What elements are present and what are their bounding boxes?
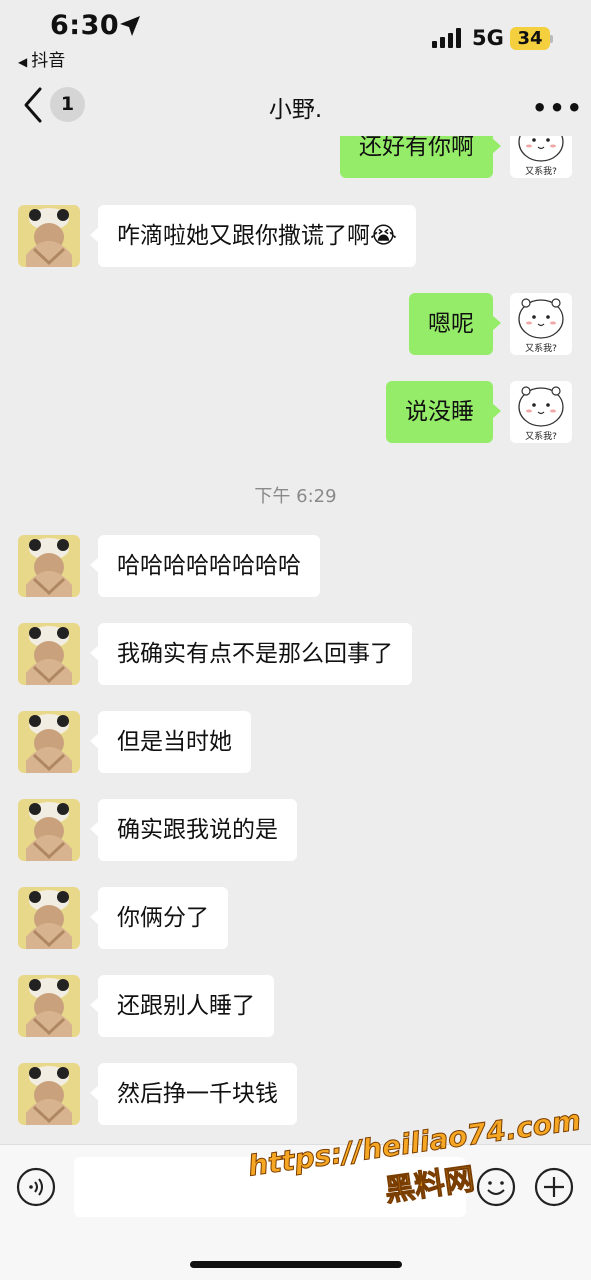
message-bubble-incoming[interactable]: 还跟别人睡了 bbox=[90, 975, 274, 1037]
contact-avatar-image bbox=[18, 205, 80, 267]
message-bubble-incoming[interactable]: 但是当时她 bbox=[90, 711, 251, 773]
contact-avatar-image bbox=[18, 1063, 80, 1125]
svg-text:又系我?: 又系我? bbox=[525, 166, 557, 177]
voice-icon[interactable] bbox=[16, 1167, 56, 1207]
network-type: 5G bbox=[472, 26, 504, 50]
contact-avatar-image bbox=[18, 887, 80, 949]
location-arrow-icon bbox=[120, 16, 140, 36]
signal-icon bbox=[432, 28, 461, 48]
contact-avatar[interactable] bbox=[18, 975, 80, 1037]
contact-avatar-image bbox=[18, 975, 80, 1037]
message-bubble-outgoing[interactable]: 还好有你啊 bbox=[340, 136, 501, 178]
contact-avatar[interactable] bbox=[18, 623, 80, 685]
contact-avatar-image bbox=[18, 623, 80, 685]
svg-text:又系我?: 又系我? bbox=[525, 431, 557, 442]
sticker-avatar-image: 又系我? bbox=[510, 293, 572, 355]
battery-cap bbox=[550, 35, 553, 43]
battery-indicator: 34 bbox=[510, 27, 550, 50]
svg-text:又系我?: 又系我? bbox=[525, 343, 557, 354]
my-avatar[interactable]: 又系我? bbox=[510, 381, 572, 443]
contact-avatar-image bbox=[18, 535, 80, 597]
contact-avatar[interactable] bbox=[18, 799, 80, 861]
message-bubble-incoming[interactable]: 确实跟我说的是 bbox=[90, 799, 297, 861]
contact-avatar-image bbox=[18, 799, 80, 861]
status-bar: 6:30 ◀ 抖音 5G 34 bbox=[0, 0, 591, 80]
home-indicator[interactable] bbox=[190, 1261, 402, 1268]
status-time: 6:30 bbox=[50, 10, 120, 41]
contact-avatar[interactable] bbox=[18, 887, 80, 949]
message-bubble-outgoing[interactable]: 说没睡 bbox=[386, 381, 501, 443]
contact-avatar-image bbox=[18, 711, 80, 773]
chat-header: 1 小野. ••• bbox=[0, 80, 591, 136]
chat-title: 小野. bbox=[268, 97, 323, 123]
my-avatar[interactable]: 又系我? bbox=[510, 293, 572, 355]
back-app-label: 抖音 bbox=[31, 51, 66, 71]
message-timestamp: 下午 6:29 bbox=[254, 486, 337, 507]
contact-avatar[interactable] bbox=[18, 535, 80, 597]
message-bubble-incoming[interactable]: 你俩分了 bbox=[90, 887, 228, 949]
sticker-avatar-image: 又系我? bbox=[510, 381, 572, 443]
contact-avatar[interactable] bbox=[18, 711, 80, 773]
message-bubble-incoming[interactable]: 我确实有点不是那么回事了 bbox=[90, 623, 412, 685]
more-icon[interactable]: ••• bbox=[532, 94, 584, 122]
message-list[interactable]: 还好有你啊 又系我? 咋滴啦她又跟你撒谎了啊😭 嗯呢 又系我? 说没睡 又系我?… bbox=[0, 136, 591, 1144]
sticker-avatar-image: 又系我? bbox=[510, 136, 572, 178]
my-avatar[interactable]: 又系我? bbox=[510, 136, 572, 178]
message-bubble-incoming[interactable]: 然后挣一千块钱 bbox=[90, 1063, 297, 1125]
back-to-app-link[interactable]: ◀ 抖音 bbox=[18, 46, 65, 71]
contact-avatar[interactable] bbox=[18, 205, 80, 267]
message-bubble-incoming[interactable]: 哈哈哈哈哈哈哈哈 bbox=[90, 535, 320, 597]
contact-avatar[interactable] bbox=[18, 1063, 80, 1125]
back-triangle-icon: ◀ bbox=[18, 55, 28, 69]
message-bubble-incoming[interactable]: 咋滴啦她又跟你撒谎了啊😭 bbox=[90, 205, 416, 267]
message-bubble-outgoing[interactable]: 嗯呢 bbox=[409, 293, 501, 355]
